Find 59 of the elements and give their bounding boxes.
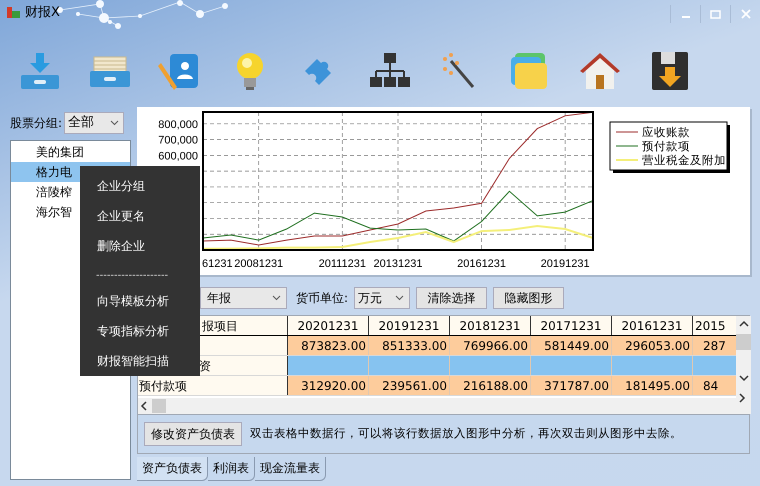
table-cell: 371787.00 <box>531 376 612 395</box>
hint-text: 双击表格中数据行，可以将该行数据放入图形中分析，再次双击则从图形中去除。 <box>250 425 682 442</box>
x-tick-label: 20161231 <box>457 258 506 270</box>
column-header: 20171231 <box>531 316 612 335</box>
sheet-tab[interactable]: 利润表 <box>208 457 255 481</box>
group-filter-label: 股票分组: <box>10 115 62 132</box>
chevron-down-icon <box>110 120 120 126</box>
currency-label: 货币单位: <box>296 290 348 307</box>
legend-label: 预付款项 <box>642 141 690 153</box>
toolbar-button[interactable]: 隐藏图形 <box>493 287 564 309</box>
column-header: 20201231 <box>288 316 369 335</box>
company-item[interactable]: 美的集团 <box>11 142 130 162</box>
sheet-tab[interactable]: 现金流量表 <box>255 457 326 481</box>
table-cell: 873823.00 <box>288 336 369 355</box>
menu-separator: -------------------- <box>95 269 170 283</box>
app-logo-icon <box>6 5 22 19</box>
edit-balance-sheet-button[interactable]: 修改资产负债表 <box>144 422 242 446</box>
x-tick-label: 20131231 <box>374 258 422 270</box>
column-header: 20161231 <box>612 316 693 335</box>
column-header: 2015 <box>693 316 736 335</box>
currency-select[interactable]: 万元 <box>354 287 410 309</box>
scrollbar-thumb[interactable] <box>152 399 166 413</box>
legend-label: 营业税金及附加 <box>642 155 726 167</box>
x-tick-label: 20111231 <box>318 258 366 270</box>
y-tick-label: 800,000 <box>158 118 198 131</box>
y-tick-label: 700,000 <box>158 134 198 147</box>
table-cell: 287 <box>693 336 736 355</box>
table-cell: 239561.00 <box>369 376 450 395</box>
table-cell: 181495.00 <box>612 376 693 395</box>
scrollbar-thumb[interactable] <box>736 334 751 350</box>
table-cell: 769966.00 <box>450 336 531 355</box>
table-cell: 581449.00 <box>531 336 612 355</box>
row-label-cell: 预付款项 <box>138 376 288 395</box>
toolbar-button[interactable]: 清除选择 <box>416 287 488 309</box>
column-header: 20191231 <box>369 316 450 335</box>
chevron-down-icon <box>272 295 281 301</box>
table-cell: 851333.00 <box>369 336 450 355</box>
window-title: 财报X <box>25 5 60 21</box>
legend-label: 应收账款 <box>642 127 690 139</box>
close-icon <box>740 9 750 19</box>
legend-line <box>616 159 638 161</box>
x-tick-label: 61231 <box>202 258 233 270</box>
column-header: 20181231 <box>450 316 531 335</box>
maximize-icon <box>710 10 721 18</box>
menu-item[interactable]: 向导模板分析 <box>80 286 200 316</box>
x-tick-label: 20081231 <box>234 258 284 270</box>
minimize-icon <box>680 16 690 18</box>
menu-item[interactable]: 企业更名 <box>80 201 200 231</box>
period-select[interactable]: 年报 <box>200 287 287 309</box>
group-select[interactable]: 全部 <box>64 112 124 134</box>
y-tick-label: 600,000 <box>158 150 198 162</box>
table-cell: 296053.00 <box>612 336 693 355</box>
sheet-tab[interactable]: 资产负债表 <box>137 457 208 481</box>
menu-item[interactable]: 删除企业 <box>80 231 200 261</box>
x-tick-label: 20191231 <box>540 258 590 270</box>
chevron-down-icon <box>395 295 404 301</box>
table-cell: 216188.00 <box>450 376 531 395</box>
table-cell: 312920.00 <box>288 376 369 395</box>
table-cell: 84 <box>693 376 736 395</box>
